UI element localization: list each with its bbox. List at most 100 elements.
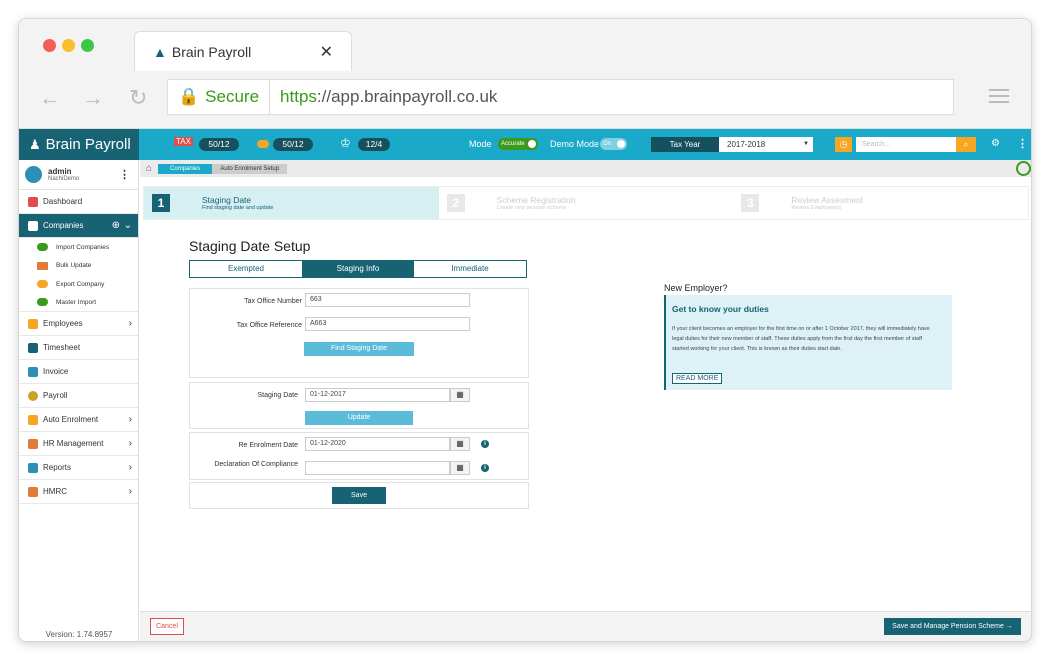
user-panel[interactable]: admin NachiDemo ⋮ (19, 160, 138, 190)
footer-bar: Cancel Save and Manage Pension Scheme → (140, 611, 1031, 641)
re-enrolment-date-input[interactable]: 01-12-2020 (305, 437, 450, 451)
minimize-window-dot[interactable] (62, 39, 75, 52)
declaration-date-input[interactable] (305, 461, 450, 475)
money-bag-icon (28, 390, 38, 401)
search-input[interactable]: Search... (856, 137, 956, 152)
app-topbar: ♟ Brain Payroll TAX 50/12 50/12 ♔ 12/4 M… (19, 129, 1031, 160)
subitem-import-companies[interactable]: Import Companies (19, 238, 138, 257)
tab-staging-info[interactable]: Staging Info (302, 261, 414, 277)
step-review-assessment[interactable]: 3 Review Assesment Review Employee(s) (733, 187, 1028, 219)
tax-office-card: Tax Office Number 663 Tax Office Referen… (189, 288, 529, 378)
save-button[interactable]: Save (332, 487, 386, 504)
declaration-label: Declaration Of Compliance (214, 461, 298, 468)
close-window-dot[interactable] (43, 39, 56, 52)
save-card: Save (189, 482, 529, 509)
tax-office-number-input[interactable]: 663 (305, 293, 470, 307)
user-name: admin (48, 167, 72, 176)
staging-tabs: Exempted Staging Info Immediate (189, 260, 527, 278)
bar-chart-icon (28, 196, 38, 207)
subitem-bulk-update[interactable]: Bulk Update (19, 257, 138, 276)
tax-year-select[interactable]: 2017-2018 ▼ (719, 137, 813, 152)
staging-date-input[interactable]: 01-12-2017 (305, 388, 450, 402)
subitem-master-import[interactable]: Master Import (19, 294, 138, 312)
more-vertical-icon[interactable]: ⋮ (1017, 137, 1028, 150)
mode-label: Mode (469, 139, 492, 149)
re-enrolment-date-label: Re Enrolment Date (238, 442, 298, 449)
update-button[interactable]: Update (305, 411, 413, 425)
sidebar-item-reports[interactable]: Reports › (19, 456, 138, 480)
url-text[interactable]: https://app.brainpayroll.co.uk (270, 87, 497, 107)
secure-label: Secure (205, 87, 260, 106)
reload-icon[interactable]: ↻ (129, 85, 147, 111)
staging-date-label: Staging Date (257, 392, 298, 399)
cloud-icon (37, 280, 48, 289)
calendar-icon[interactable]: ▦ (450, 461, 470, 475)
info-icon[interactable]: i (481, 464, 489, 472)
cancel-button[interactable]: Cancel (150, 618, 184, 635)
clock-icon[interactable]: ◷ (835, 137, 852, 152)
sidebar-item-companies[interactable]: Companies ⊕ ⌄ (19, 214, 138, 238)
calendar-icon[interactable]: ▦ (450, 388, 470, 402)
brand-logo[interactable]: ♟ Brain Payroll (19, 129, 139, 160)
breadcrumb-companies[interactable]: Companies (158, 163, 213, 174)
forward-icon[interactable]: → (82, 85, 104, 111)
tab-title: Brain Payroll (171, 43, 252, 60)
avatar (25, 166, 42, 183)
tab-immediate[interactable]: Immediate (414, 261, 526, 277)
building-icon (28, 220, 38, 231)
coin-icon (257, 140, 269, 148)
sidebar-item-hmrc[interactable]: HMRC › (19, 480, 138, 504)
team-icon (28, 438, 38, 449)
cloud-icon (37, 298, 48, 307)
browser-tab[interactable]: ▲ Brain Payroll ✕ (134, 31, 352, 71)
crown-icon: ♔ (340, 136, 351, 150)
sidebar-item-employees[interactable]: Employees › (19, 312, 138, 336)
sidebar-item-invoice[interactable]: Invoice (19, 360, 138, 384)
browser-menu-icon[interactable] (989, 89, 1009, 107)
step-scheme-registration[interactable]: 2 Scheme Registration Create new pension … (439, 187, 734, 219)
sidebar: admin NachiDemo ⋮ Dashboard Companies ⊕ ⌄ … (19, 160, 139, 641)
sidebar-item-auto-enrolment[interactable]: Auto Enrolment › (19, 408, 138, 432)
browser-chrome: ▲ Brain Payroll ✕ ← → ↻ 🔒 Secure https:/… (19, 19, 1031, 129)
sidebar-item-payroll[interactable]: Payroll (19, 384, 138, 408)
home-icon[interactable]: ⌂ (146, 163, 152, 174)
tab-exempted[interactable]: Exempted (190, 261, 302, 277)
cloud-icon (37, 243, 48, 252)
user-menu-icon[interactable]: ⋮ (119, 168, 130, 181)
main-content: ⌂ Companies Auto Enrolment Setup 1 Stagi… (140, 160, 1031, 641)
duties-info-box: Get to know your duties If your client b… (664, 295, 952, 390)
mode-toggle[interactable]: Accurate (498, 138, 538, 150)
timesheet-icon (28, 342, 38, 353)
tax-icon: TAX (174, 137, 193, 146)
search-icon[interactable]: ⌕ (956, 137, 976, 152)
tax-counter: 50/12 (199, 138, 239, 151)
address-bar[interactable]: 🔒 Secure https://app.brainpayroll.co.uk (167, 79, 954, 115)
sidebar-item-dashboard[interactable]: Dashboard (19, 190, 138, 214)
chevron-down-icon[interactable]: ⌄ (124, 220, 132, 231)
edit-icon (37, 261, 48, 270)
report-icon (28, 462, 38, 473)
settings-icon[interactable]: ⚙ (991, 138, 1000, 149)
tax-office-reference-label: Tax Office Reference (236, 322, 302, 329)
find-staging-date-button[interactable]: Find Staging Date (304, 342, 414, 356)
info-icon[interactable]: i (481, 440, 489, 448)
calendar-icon[interactable]: ▦ (450, 437, 470, 451)
save-manage-pension-button[interactable]: Save and Manage Pension Scheme → (884, 618, 1021, 635)
subitem-export-company[interactable]: Export Company (19, 275, 138, 294)
help-logo-icon[interactable] (1016, 161, 1031, 176)
sidebar-item-timesheet[interactable]: Timesheet (19, 336, 138, 360)
add-circle-icon[interactable]: ⊕ (112, 220, 120, 231)
step-staging-date[interactable]: 1 Staging Date Find staging date and upda… (144, 187, 439, 219)
duties-title: Get to know your duties (672, 304, 769, 314)
read-more-button[interactable]: READ MORE (672, 373, 723, 384)
coin-counter: 50/12 (273, 138, 313, 151)
back-icon[interactable]: ← (39, 85, 61, 111)
demo-mode-toggle[interactable]: On (600, 138, 627, 150)
tab-close-icon[interactable]: ✕ (320, 42, 333, 62)
sidebar-item-hr-management[interactable]: HR Management › (19, 432, 138, 456)
tax-office-reference-input[interactable]: A663 (305, 317, 470, 331)
staging-date-card: Staging Date 01-12-2017 ▦ Update (189, 382, 529, 429)
maximize-window-dot[interactable] (81, 39, 94, 52)
crown-counter: 12/4 (358, 138, 390, 151)
secure-indicator: 🔒 Secure (168, 80, 271, 114)
